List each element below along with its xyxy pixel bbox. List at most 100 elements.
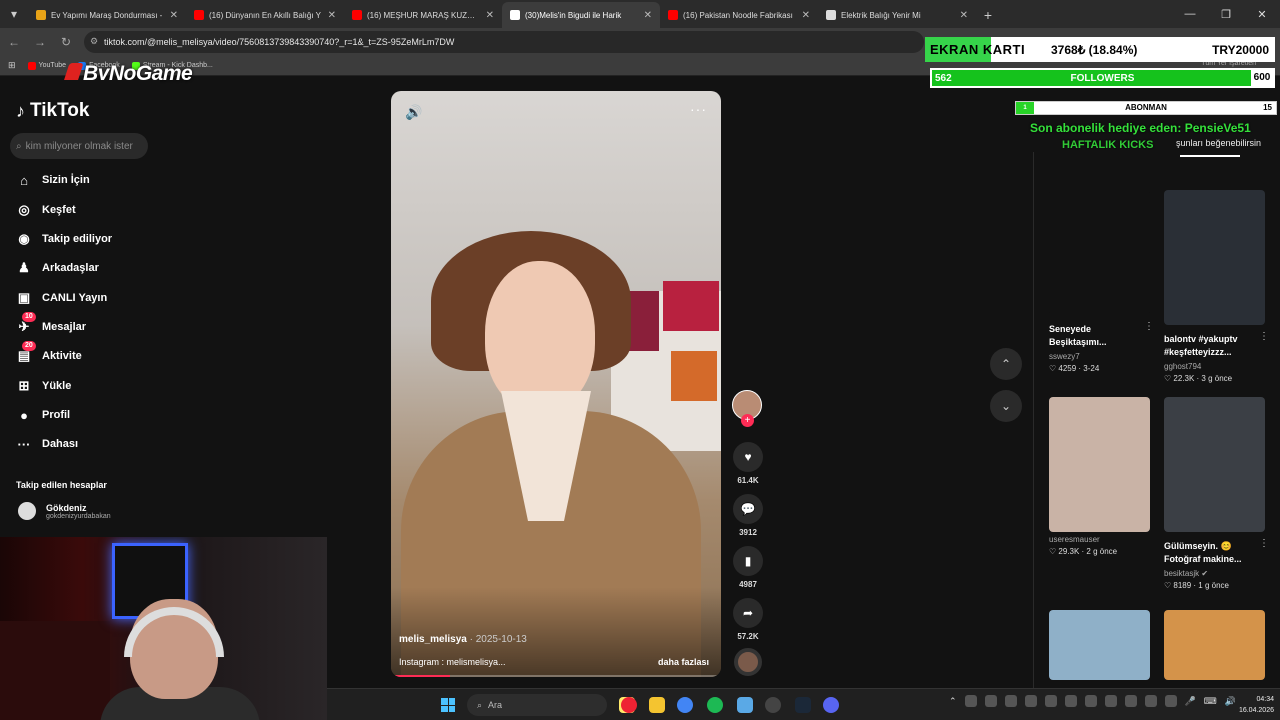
previous-video-button[interactable]: ⌃ <box>990 348 1022 380</box>
video-progress-bar[interactable] <box>391 675 721 677</box>
spotify-icon[interactable] <box>707 697 723 713</box>
windows-taskbar: ⌕ Ara ⌃ 🎤 ⌨ 🔊 04:34 16.04.2026 <box>327 688 1280 720</box>
like-icon[interactable]: ♥ <box>733 442 763 472</box>
card-user[interactable]: sswezy7 <box>1049 352 1150 361</box>
close-window-icon[interactable]: ✕ <box>1244 0 1280 28</box>
tray-icon[interactable] <box>1104 695 1117 707</box>
tab-close-icon[interactable]: ✕ <box>802 10 810 21</box>
followed-account[interactable]: Gökdeniz gokdenizyurdabakan <box>18 502 111 520</box>
nav-item-7[interactable]: ⊞ Yükle <box>16 378 72 394</box>
taskbar-search[interactable]: ⌕ Ara <box>467 694 607 716</box>
author-name[interactable]: melis_melisya <box>399 634 467 645</box>
tray-icon[interactable] <box>1024 695 1037 707</box>
maximize-icon[interactable]: ❐ <box>1208 0 1244 28</box>
tray-icon[interactable] <box>984 695 997 707</box>
discord-icon[interactable] <box>823 697 839 713</box>
more-link[interactable]: daha fazlası <box>658 657 709 667</box>
microphone-icon[interactable]: 🎤 <box>1185 696 1196 707</box>
recommended-video-card[interactable] <box>1049 610 1150 680</box>
minimize-icon[interactable]: — <box>1172 0 1208 28</box>
tab-close-icon[interactable]: ✕ <box>644 10 652 21</box>
tray-icon[interactable] <box>1004 695 1017 707</box>
tab-close-icon[interactable]: ✕ <box>170 10 178 21</box>
forward-icon[interactable]: → <box>32 35 48 49</box>
share-icon[interactable]: ➦ <box>733 598 763 628</box>
recommended-video-card[interactable]: balontv #yakuptv #keşfetteyizzz... gghost… <box>1164 190 1269 383</box>
video-thumbnail[interactable] <box>1164 610 1265 680</box>
recommended-video-card[interactable] <box>1164 610 1265 680</box>
taskbar-clock[interactable]: 04:34 16.04.2026 <box>1239 694 1274 716</box>
bookmark-item[interactable]: YouTube <box>27 61 66 70</box>
volume-icon[interactable]: 🔊 <box>1225 696 1236 707</box>
nav-item-8[interactable]: ● Profil <box>16 407 70 423</box>
obs-icon[interactable] <box>765 697 781 713</box>
nav-item-4[interactable]: ▣ CANLI Yayın <box>16 290 107 306</box>
video-thumbnail[interactable] <box>1049 190 1150 315</box>
bookmark-icon[interactable]: ▮ <box>733 546 763 576</box>
tray-icon[interactable] <box>1124 695 1137 707</box>
network-icon[interactable]: ⌨ <box>1204 696 1217 707</box>
card-more-icon[interactable]: ⋮ <box>1259 331 1269 342</box>
follow-plus-icon[interactable]: + <box>741 414 754 427</box>
back-icon[interactable]: ← <box>6 35 22 49</box>
tray-icon[interactable] <box>1084 695 1097 707</box>
more-options-icon[interactable]: ··· <box>690 101 707 117</box>
url-field[interactable]: ⚙ tiktok.com/@melis_melisya/video/756081… <box>84 31 924 53</box>
tray-icon[interactable] <box>1044 695 1057 707</box>
card-more-icon[interactable]: ⋮ <box>1144 321 1154 332</box>
card-user[interactable]: useresmauser <box>1049 535 1150 544</box>
video-player[interactable]: 🔊 ··· melis_melisya · 2025-10-13 Instagr… <box>391 91 721 677</box>
recommended-video-card[interactable]: useresmauser ♡ 29.3K · 2 g önce <box>1049 397 1150 556</box>
tray-icon[interactable] <box>1064 695 1077 707</box>
video-thumbnail[interactable] <box>1049 397 1150 532</box>
card-user[interactable]: gghost794 <box>1164 362 1265 371</box>
nav-item-5[interactable]: ✈ 10 Mesajlar <box>16 312 86 335</box>
next-video-button[interactable]: ⌄ <box>990 390 1022 422</box>
volume-icon[interactable]: 🔊 <box>405 104 422 121</box>
browser-tab[interactable]: (16) Dünyanın En Akıllı Balığı Y ✕ <box>186 2 344 28</box>
music-disc-icon[interactable] <box>734 648 762 676</box>
site-info-icon[interactable]: ⚙ <box>90 36 98 47</box>
browser-tab[interactable]: (16) Pakistan Noodle Fabrikası ✕ <box>660 2 818 28</box>
nav-item-0[interactable]: ⌂ Sizin İçin <box>16 172 90 188</box>
chrome-icon[interactable] <box>677 697 693 713</box>
tray-icon[interactable] <box>1144 695 1157 707</box>
nav-item-3[interactable]: ♟ Arkadaşlar <box>16 260 99 276</box>
card-more-icon[interactable]: ⋮ <box>1259 538 1269 549</box>
tab-search-icon[interactable]: ▾ <box>0 0 28 28</box>
tiktok-logo[interactable]: ♪ TikTok <box>16 100 89 122</box>
browser-tab[interactable]: (30)Melis'in Bigudi ile Harik ✕ <box>502 2 660 28</box>
tray-icon[interactable] <box>964 695 977 707</box>
recommended-video-card[interactable]: Seneyede Beşiktaşımı... sswezy7 ♡ 4259 · 3… <box>1049 190 1154 373</box>
chevron-up-icon[interactable]: ⌃ <box>949 696 957 707</box>
tab-close-icon[interactable]: ✕ <box>960 10 968 21</box>
nav-item-2[interactable]: ◉ Takip ediliyor <box>16 231 112 247</box>
browser-tab[interactable]: Ev Yapımı Maraş Dondurması - ✕ <box>28 2 186 28</box>
browser-tab[interactable]: Elektrik Balığı Yenir Mi ✕ <box>818 2 976 28</box>
steam-icon[interactable] <box>795 697 811 713</box>
video-thumbnail[interactable] <box>1049 610 1150 680</box>
comment-icon[interactable]: 💬 <box>733 494 763 524</box>
new-tab-button[interactable]: + <box>976 2 1000 28</box>
windows-start-icon[interactable] <box>441 698 455 712</box>
tab-close-icon[interactable]: ✕ <box>328 10 336 21</box>
nav-item-9[interactable]: ··· Dahası <box>16 436 79 452</box>
video-author[interactable]: melis_melisya · 2025-10-13 <box>399 634 527 645</box>
browser-tab[interactable]: (16) MEŞHUR MARAŞ KUZU M ✕ <box>344 2 502 28</box>
nav-item-1[interactable]: ◎ Keşfet <box>16 202 75 218</box>
apps-icon[interactable]: ⊞ <box>8 60 16 71</box>
app-icon[interactable] <box>737 697 753 713</box>
search-input[interactable]: ⌕ kim milyoner olmak ister <box>10 133 148 159</box>
search-icon: ⌕ <box>16 140 22 152</box>
file-explorer-icon[interactable] <box>649 697 665 713</box>
reload-icon[interactable]: ↻ <box>58 35 74 49</box>
video-thumbnail[interactable] <box>1164 190 1265 325</box>
video-thumbnail[interactable] <box>1164 397 1265 532</box>
media-app-icon[interactable] <box>621 697 637 713</box>
card-user[interactable]: besiktasjk ✔ <box>1164 569 1265 578</box>
tab-close-icon[interactable]: ✕ <box>486 10 494 21</box>
comment-count: 3912 <box>739 528 757 537</box>
tray-icon[interactable] <box>1164 695 1177 707</box>
recommended-video-card[interactable]: Gülümseyin. 😊 Fotoğraf makine... besiktas… <box>1164 397 1269 590</box>
nav-item-6[interactable]: ▤ 20 Aktivite <box>16 341 82 364</box>
